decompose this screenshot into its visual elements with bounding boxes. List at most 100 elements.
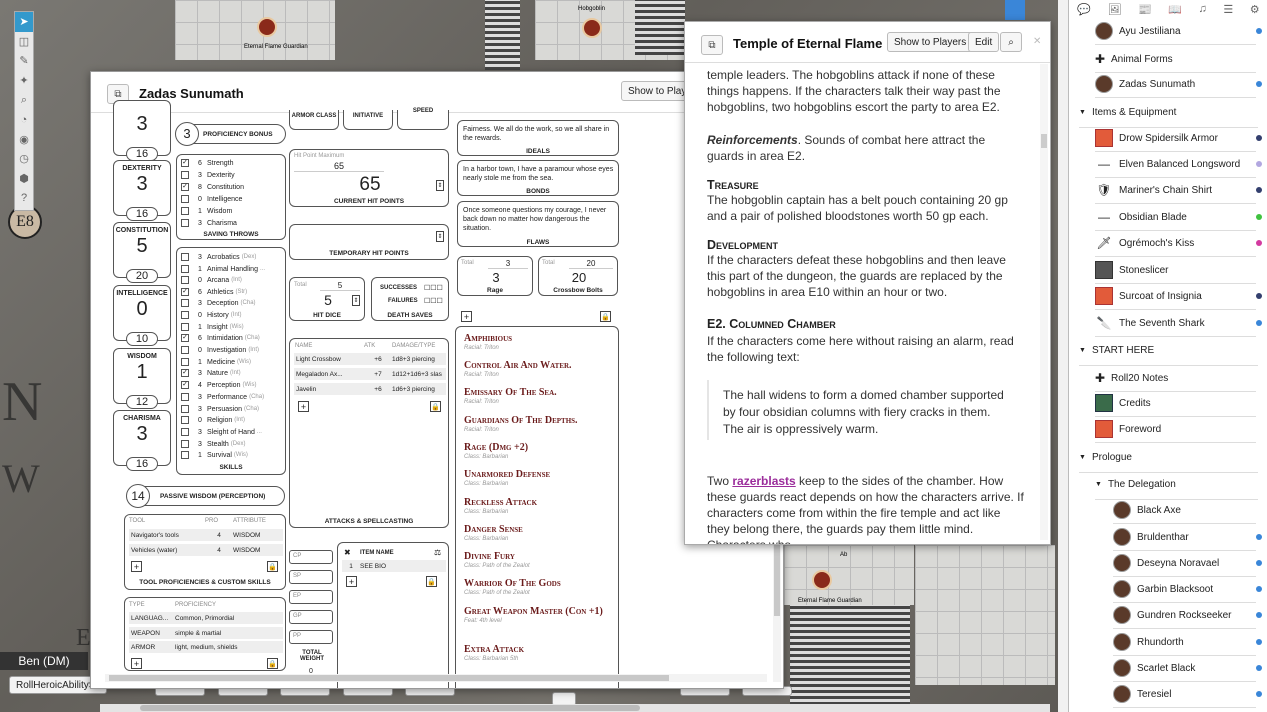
journal-item[interactable]: 🗡 Ogrémoch's Kiss xyxy=(1095,230,1267,256)
skill-row[interactable]: 1 Insight (Wis) xyxy=(181,323,244,331)
ability-modifier[interactable]: 10 xyxy=(126,332,158,346)
saving-throw-row[interactable]: 1 Wisdom xyxy=(181,207,232,215)
proficiency-checkbox[interactable] xyxy=(181,451,189,459)
proficiency-checkbox[interactable] xyxy=(181,219,189,227)
proficiency-checkbox[interactable] xyxy=(181,405,189,413)
prof-row[interactable]: WEAPON simple & martial xyxy=(129,627,283,639)
journal-item[interactable]: Zadas Sunumath xyxy=(1095,71,1267,97)
token-hobgoblin[interactable] xyxy=(582,18,602,38)
skill-row[interactable]: 0 Arcana (Int) xyxy=(181,276,242,284)
add-icon[interactable]: + xyxy=(131,561,142,572)
proficiency-checkbox[interactable] xyxy=(181,323,189,331)
coin-gp[interactable]: GP xyxy=(289,610,333,624)
select-tool-icon[interactable]: ➤ xyxy=(15,12,33,32)
proficiency-checkbox[interactable] xyxy=(181,358,189,366)
journal-item[interactable]: ✚ Roll20 Notes xyxy=(1095,365,1267,391)
feature-item[interactable]: Great Weapon Master (Con +1) Feat: 4th le… xyxy=(464,606,614,624)
journal-item[interactable]: Black Axe xyxy=(1113,497,1267,523)
proficiency-checkbox[interactable] xyxy=(181,253,189,261)
feature-item[interactable]: Reckless Attack Class: Barbarian xyxy=(464,497,537,515)
close-icon[interactable]: ✕ xyxy=(1033,36,1041,47)
skill-row[interactable]: 3 Sleight of Hand... xyxy=(181,428,262,436)
proficiency-checkbox[interactable] xyxy=(181,416,189,424)
hp-max-value[interactable]: 65 xyxy=(294,161,384,172)
journal-item[interactable]: — Elven Balanced Longsword xyxy=(1095,151,1267,177)
proficiency-checkbox[interactable]: ✓ xyxy=(181,381,189,389)
resource-value[interactable]: 20 xyxy=(539,270,619,285)
flaws-box[interactable]: Once someone questions my courage, I nev… xyxy=(457,201,619,247)
saving-throw-row[interactable]: 3 Charisma xyxy=(181,219,237,227)
prof-row[interactable]: LANGUAG... Common, Primordial xyxy=(129,612,283,624)
journal-item[interactable]: ✚ Animal Forms xyxy=(1095,46,1267,72)
chevron-down-icon[interactable]: ▼ xyxy=(1095,481,1102,488)
skill-row[interactable]: 3 Deception (Cha) xyxy=(181,299,256,307)
journal-item[interactable]: Rhundorth xyxy=(1113,629,1267,655)
ability-modifier[interactable]: 16 xyxy=(126,457,158,471)
hit-dice-total[interactable]: 5 xyxy=(320,281,360,291)
journal-folder[interactable]: ▼ The Delegation xyxy=(1095,479,1176,490)
add-icon[interactable]: + xyxy=(131,658,142,669)
journal-item[interactable]: Foreword xyxy=(1095,416,1267,442)
ability-score[interactable]: 3 xyxy=(114,113,170,136)
layer-icon[interactable]: ◫ xyxy=(15,32,33,52)
skill-row[interactable]: 1 Animal Handling... xyxy=(181,265,265,273)
ability-score[interactable]: 0 xyxy=(114,298,170,321)
help-icon[interactable]: ? xyxy=(15,188,33,208)
chat-icon[interactable]: 💬 xyxy=(1077,3,1091,16)
lock-icon[interactable]: 🔒 xyxy=(267,561,278,572)
journal-item[interactable]: Credits xyxy=(1095,390,1267,416)
failure-checkboxes[interactable]: ☐☐☐ xyxy=(424,297,443,305)
add-icon[interactable]: + xyxy=(298,401,309,412)
resource-value[interactable]: 3 xyxy=(458,270,534,285)
player-name-tag[interactable]: Ben (DM) xyxy=(0,652,88,670)
skill-row[interactable]: ✓ 6 Intimidation (Cha) xyxy=(181,334,260,342)
proficiency-checkbox[interactable] xyxy=(181,440,189,448)
feature-item[interactable]: Emissary Of The Sea. Racial: Triton xyxy=(464,387,557,405)
skill-row[interactable]: 3 Stealth (Dex) xyxy=(181,440,245,448)
draw-icon[interactable]: ✎ xyxy=(15,51,33,71)
resource-total[interactable]: 20 xyxy=(569,259,613,269)
resource-total[interactable]: 3 xyxy=(488,259,528,269)
skill-row[interactable]: 3 Acrobatics (Dex) xyxy=(181,253,256,261)
journal-item[interactable]: 🔪 The Seventh Shark xyxy=(1095,310,1267,336)
temp-hp-box[interactable]: ⇕ TEMPORARY HIT POINTS xyxy=(289,224,449,260)
saving-throw-row[interactable]: ✓ 8 Constitution xyxy=(181,183,244,191)
proficiency-checkbox[interactable] xyxy=(181,299,189,307)
skill-row[interactable]: 0 Investigation (Int) xyxy=(181,346,259,354)
skill-row[interactable]: 1 Medicine (Wis) xyxy=(181,358,251,366)
skill-row[interactable]: 3 Performance (Cha) xyxy=(181,393,264,401)
coin-sp[interactable]: SP xyxy=(289,570,333,584)
magic-wand-icon[interactable]: ✦ xyxy=(15,71,33,91)
ideals-box[interactable]: Fairness. We all do the work, so we all … xyxy=(457,120,619,156)
chevron-down-icon[interactable]: ▼ xyxy=(1079,109,1086,116)
journal-item[interactable]: Drow Spidersilk Armor xyxy=(1095,125,1267,151)
skill-row[interactable]: ✓ 6 Athletics (Str) xyxy=(181,288,247,296)
map-marker[interactable] xyxy=(1005,0,1025,20)
feature-item[interactable]: Rage (Dmg +2) Class: Barbarian xyxy=(464,442,528,460)
coin-ep[interactable]: EP xyxy=(289,590,333,604)
attack-row[interactable]: Light Crossbow +6 1d8+3 piercing xyxy=(294,353,446,365)
turn-order-icon[interactable]: ◷ xyxy=(15,149,33,169)
journal-item[interactable]: 🛡 Mariner's Chain Shirt xyxy=(1095,177,1267,203)
ability-score[interactable]: 3 xyxy=(114,423,170,446)
lock-icon[interactable]: 🔒 xyxy=(600,311,611,322)
skill-row[interactable]: 1 Survival (Wis) xyxy=(181,451,248,459)
lock-icon[interactable]: 🔒 xyxy=(267,658,278,669)
feature-item[interactable]: Danger Sense Class: Barbarian xyxy=(464,524,523,542)
saving-throw-row[interactable]: ✓ 6 Strength xyxy=(181,159,233,167)
proficiency-checkbox[interactable] xyxy=(181,207,189,215)
list-icon[interactable]: ☰ xyxy=(1223,3,1233,16)
journal-item[interactable]: Ayu Jestiliana xyxy=(1095,18,1267,44)
ability-score[interactable]: 3 xyxy=(114,173,170,196)
journal-item[interactable]: Teresiel xyxy=(1113,681,1267,707)
proficiency-checkbox[interactable] xyxy=(181,346,189,354)
proficiency-checkbox[interactable] xyxy=(181,393,189,401)
skill-row[interactable]: 0 Religion (Int) xyxy=(181,416,245,424)
journal-item[interactable]: Gundren Rockseeker xyxy=(1113,602,1267,628)
saving-throw-row[interactable]: 0 Intelligence xyxy=(181,195,242,203)
journal-item[interactable]: Garbin Blacksoot xyxy=(1113,576,1267,602)
add-icon[interactable]: + xyxy=(346,576,357,587)
feature-item[interactable]: Divine Fury Class: Path of the Zealot xyxy=(464,551,530,569)
spinner-icon[interactable]: ⇕ xyxy=(436,231,444,242)
equipment-row[interactable]: 1 SEE BIO xyxy=(342,560,446,572)
